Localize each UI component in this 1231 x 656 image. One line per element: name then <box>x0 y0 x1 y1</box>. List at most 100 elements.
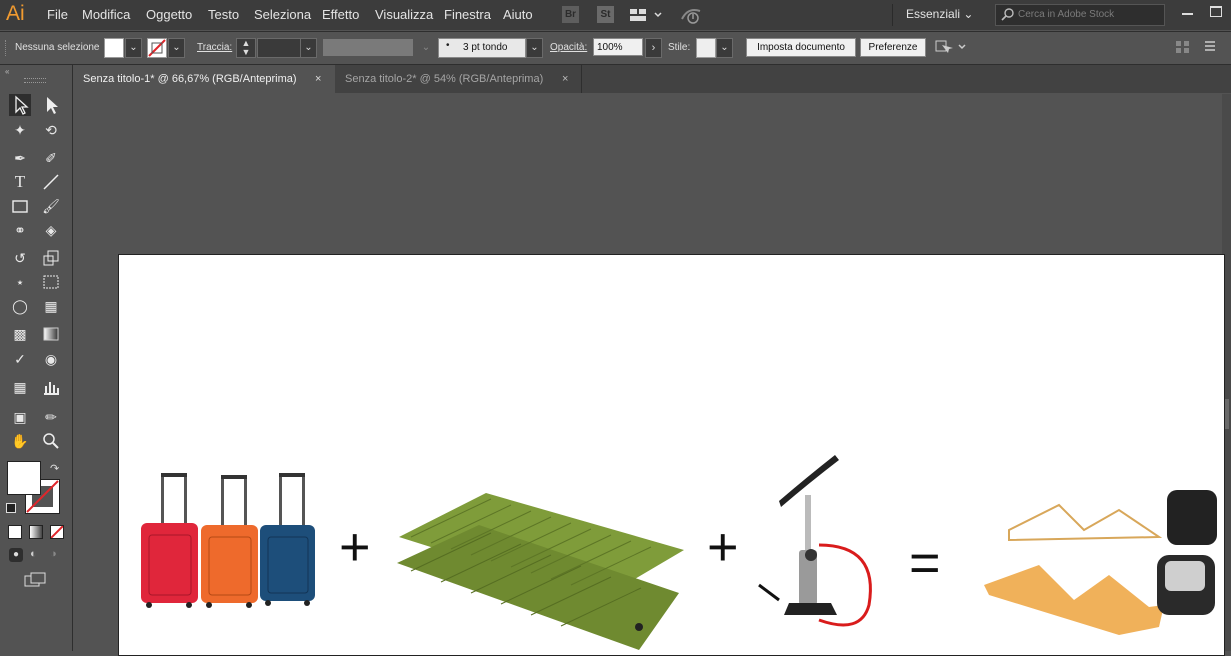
artboard[interactable]: + + = <box>118 254 1225 656</box>
chevron-down-icon[interactable]: ⌄ <box>168 38 185 58</box>
fill-swatch[interactable] <box>104 38 124 58</box>
zoom-tool-icon[interactable] <box>40 430 62 452</box>
document-setup-button[interactable]: Imposta documento <box>746 38 856 57</box>
selection-tool-icon[interactable] <box>9 94 31 116</box>
menu-oggetto[interactable]: Oggetto <box>146 7 192 22</box>
selection-status: Nessuna selezione <box>15 42 100 53</box>
chevron-down-icon[interactable]: ⌄ <box>526 38 543 58</box>
menu-finestra[interactable]: Finestra <box>444 7 491 22</box>
arrange-documents-icon[interactable] <box>630 8 664 25</box>
select-similar-icon[interactable] <box>935 39 969 58</box>
magic-wand-tool-icon[interactable]: ✦ <box>9 119 31 141</box>
gradient-tool-icon[interactable] <box>40 323 62 345</box>
perspective-grid-tool-icon[interactable]: ▦ <box>40 295 62 317</box>
chevron-down-icon[interactable]: ⌄ <box>716 38 733 58</box>
width-tool-icon[interactable]: ⋆ <box>9 271 31 293</box>
lasso-tool-icon[interactable]: ⟲ <box>40 119 62 141</box>
rotate-tool-icon[interactable]: ↺ <box>9 247 31 269</box>
collapse-panel-icon[interactable]: « <box>5 67 9 76</box>
close-icon[interactable]: × <box>562 65 568 93</box>
menu-modifica[interactable]: Modifica <box>82 7 130 22</box>
variable-width-profile[interactable] <box>323 39 413 56</box>
opacity-label[interactable]: Opacità: <box>550 42 587 53</box>
tab-document-1[interactable]: Senza titolo-1* @ 66,67% (RGB/Anteprima)… <box>73 65 335 93</box>
slice-tool-icon[interactable]: ✏ <box>40 406 62 428</box>
symbol-sprayer-tool-icon[interactable]: ▦ <box>9 376 31 398</box>
opacity-input[interactable]: 100% <box>593 38 643 56</box>
transformed-product-image <box>984 490 1217 635</box>
align-icon[interactable] <box>1176 41 1190 56</box>
brush-definition[interactable]: • 3 pt tondo <box>438 38 526 58</box>
brush-dot-icon: • <box>446 40 450 51</box>
swap-fill-stroke-icon[interactable]: ↷ <box>50 462 59 475</box>
restore-icon[interactable] <box>1210 6 1222 17</box>
orange-suitcase-image <box>201 475 258 608</box>
eyedropper-tool-icon[interactable]: ✓ <box>9 348 31 370</box>
chevron-down-icon[interactable]: ⌄ <box>419 39 433 56</box>
menu-testo[interactable]: Testo <box>208 7 239 22</box>
equals-sign: = <box>909 533 941 593</box>
search-icon <box>1000 7 1016 24</box>
chevron-right-icon[interactable]: › <box>645 38 662 58</box>
rectangle-tool-icon[interactable] <box>9 195 31 217</box>
air-mattress-image <box>397 493 684 650</box>
fill-color-swatch[interactable] <box>7 461 41 495</box>
plus-sign: + <box>707 517 739 577</box>
tab-label: Senza titolo-2* @ 54% (RGB/Anteprima) <box>345 73 544 85</box>
menu-file[interactable]: File <box>47 7 68 22</box>
chevron-down-icon[interactable]: ⌄ <box>300 38 317 58</box>
draw-normal-icon[interactable]: ● <box>9 548 23 562</box>
gpu-performance-icon[interactable] <box>680 5 704 28</box>
eraser-tool-icon[interactable]: ◈ <box>40 219 62 241</box>
menu-aiuto[interactable]: Aiuto <box>503 7 533 22</box>
preferences-button[interactable]: Preferenze <box>860 38 926 57</box>
workspace-switcher[interactable]: Essenziali ⌄ <box>906 7 973 21</box>
brush-label: 3 pt tondo <box>463 42 508 53</box>
menu-bar: Ai File Modifica Oggetto Testo Seleziona… <box>0 0 1231 30</box>
stroke-label[interactable]: Traccia: <box>197 42 232 53</box>
mesh-tool-icon[interactable]: ▩ <box>9 323 31 345</box>
style-label: Stile: <box>668 42 691 53</box>
curvature-tool-icon[interactable]: ✐ <box>40 147 62 169</box>
minimize-icon[interactable] <box>1182 13 1193 15</box>
menu-seleziona[interactable]: Seleziona <box>254 7 311 22</box>
draw-inside-icon[interactable]: ◑ <box>50 548 57 560</box>
paintbrush-tool-icon[interactable]: 🖌 <box>40 195 62 217</box>
stroke-weight-input[interactable] <box>257 38 301 58</box>
menu-visualizza[interactable]: Visualizza <box>375 7 433 22</box>
shape-builder-tool-icon[interactable]: ◯ <box>9 295 31 317</box>
stock-button[interactable]: St <box>597 6 614 23</box>
chevron-down-icon[interactable]: ⌄ <box>125 38 142 58</box>
gradient-mode-icon[interactable] <box>29 525 43 539</box>
none-mode-icon[interactable] <box>50 525 64 539</box>
tools-panel: « ✦ ⟲ ✒ ✐ T 🖌 ⚭ ◈ ↺ ⋆ ◯ ▦ ▩ ✓ ◉ ▦ ▣ ✏ ✋ <box>0 65 73 651</box>
screen-mode-icon[interactable] <box>24 572 48 591</box>
scale-tool-icon[interactable] <box>40 247 62 269</box>
stock-search-input[interactable]: Cerca in Adobe Stock <box>995 4 1165 26</box>
direct-selection-tool-icon[interactable] <box>40 94 62 116</box>
plus-sign: + <box>339 517 371 577</box>
menu-effetto[interactable]: Effetto <box>322 7 359 22</box>
shaper-tool-icon[interactable]: ⚭ <box>9 219 31 241</box>
stroke-stepper[interactable]: ▲ ▼ <box>236 38 256 58</box>
line-tool-icon[interactable] <box>40 171 62 193</box>
chevron-down-icon: ⌄ <box>963 7 974 21</box>
blend-tool-icon[interactable]: ◉ <box>40 348 62 370</box>
free-transform-tool-icon[interactable] <box>40 271 62 293</box>
default-colors-icon[interactable] <box>6 503 16 513</box>
stroke-swatch[interactable] <box>147 38 167 58</box>
graphic-style-swatch[interactable] <box>696 38 716 58</box>
blue-suitcase-image <box>260 473 315 606</box>
color-mode-icon[interactable] <box>8 525 22 539</box>
type-tool-icon[interactable]: T <box>9 171 31 193</box>
pen-tool-icon[interactable]: ✒ <box>9 147 31 169</box>
bridge-button[interactable]: Br <box>562 6 579 23</box>
panel-menu-icon[interactable] <box>1203 40 1217 57</box>
tab-document-2[interactable]: Senza titolo-2* @ 54% (RGB/Anteprima) × <box>335 65 582 93</box>
close-icon[interactable]: × <box>315 65 321 93</box>
artwork <box>141 455 1217 650</box>
artboard-tool-icon[interactable]: ▣ <box>9 406 31 428</box>
hand-tool-icon[interactable]: ✋ <box>9 430 31 452</box>
column-graph-tool-icon[interactable] <box>40 376 62 398</box>
draw-behind-icon[interactable]: ◐ <box>30 548 37 560</box>
